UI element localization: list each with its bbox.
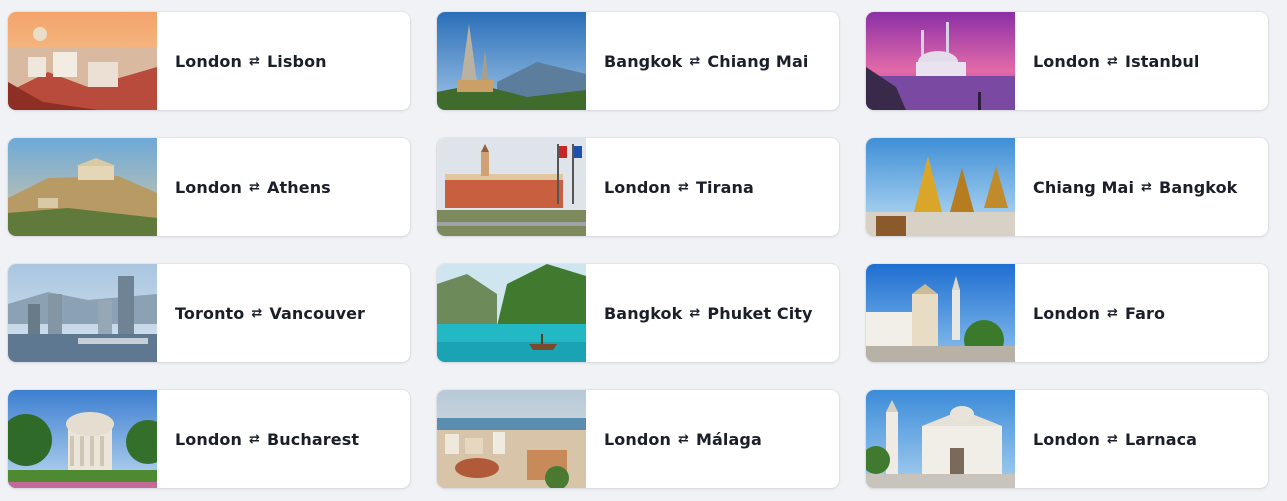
route-label: London ⇄ Larnaca bbox=[1033, 430, 1197, 449]
origin-city: Chiang Mai bbox=[1033, 177, 1135, 197]
swap-arrows-icon: ⇄ bbox=[249, 53, 261, 69]
destination-city: Lisbon bbox=[267, 51, 327, 71]
destination-photo-tirana bbox=[437, 138, 586, 236]
route-card-chiang-mai-bangkok[interactable]: Chiang Mai ⇄ Bangkok bbox=[866, 138, 1268, 236]
route-card-london-larnaca[interactable]: London ⇄ Larnaca bbox=[866, 390, 1268, 488]
route-label: London ⇄ Faro bbox=[1033, 304, 1165, 323]
route-label: Bangkok ⇄ Chiang Mai bbox=[604, 52, 808, 71]
origin-city: London bbox=[175, 429, 243, 449]
destination-city: Bucharest bbox=[267, 429, 360, 449]
destination-city: Bangkok bbox=[1159, 177, 1238, 197]
route-label: London ⇄ Lisbon bbox=[175, 52, 327, 71]
route-label: Bangkok ⇄ Phuket City bbox=[604, 304, 813, 323]
swap-arrows-icon: ⇄ bbox=[689, 305, 701, 321]
swap-arrows-icon: ⇄ bbox=[249, 179, 261, 195]
route-card-bangkok-chiang-mai[interactable]: Bangkok ⇄ Chiang Mai bbox=[437, 12, 839, 110]
origin-city: London bbox=[604, 177, 672, 197]
route-label: London ⇄ Málaga bbox=[604, 430, 762, 449]
destination-photo-istanbul bbox=[866, 12, 1015, 110]
route-card-london-lisbon[interactable]: London ⇄ Lisbon bbox=[8, 12, 410, 110]
route-card-london-tirana[interactable]: London ⇄ Tirana bbox=[437, 138, 839, 236]
route-card-london-bucharest[interactable]: London ⇄ Bucharest bbox=[8, 390, 410, 488]
origin-city: Toronto bbox=[175, 303, 245, 323]
route-label: London ⇄ Tirana bbox=[604, 178, 754, 197]
origin-city: Bangkok bbox=[604, 303, 683, 323]
destination-photo-chiang-mai bbox=[437, 12, 586, 110]
destination-city: Phuket City bbox=[707, 303, 813, 323]
swap-arrows-icon: ⇄ bbox=[1141, 179, 1153, 195]
route-label: Toronto ⇄ Vancouver bbox=[175, 304, 365, 323]
destination-photo-lisbon bbox=[8, 12, 157, 110]
origin-city: London bbox=[1033, 51, 1101, 71]
destination-city: Tirana bbox=[696, 177, 754, 197]
swap-arrows-icon: ⇄ bbox=[1107, 305, 1119, 321]
destination-city: Faro bbox=[1125, 303, 1166, 323]
swap-arrows-icon: ⇄ bbox=[251, 305, 263, 321]
route-card-toronto-vancouver[interactable]: Toronto ⇄ Vancouver bbox=[8, 264, 410, 362]
swap-arrows-icon: ⇄ bbox=[249, 431, 261, 447]
route-card-bangkok-phuket-city[interactable]: Bangkok ⇄ Phuket City bbox=[437, 264, 839, 362]
route-label: London ⇄ Athens bbox=[175, 178, 331, 197]
route-label: Chiang Mai ⇄ Bangkok bbox=[1033, 178, 1237, 197]
destination-photo-phuket bbox=[437, 264, 586, 362]
destination-photo-larnaca bbox=[866, 390, 1015, 488]
route-label: London ⇄ Istanbul bbox=[1033, 52, 1199, 71]
origin-city: Bangkok bbox=[604, 51, 683, 71]
swap-arrows-icon: ⇄ bbox=[689, 53, 701, 69]
route-card-london-athens[interactable]: London ⇄ Athens bbox=[8, 138, 410, 236]
destination-city: Athens bbox=[267, 177, 331, 197]
destination-city: Málaga bbox=[696, 429, 762, 449]
destination-city: Larnaca bbox=[1125, 429, 1198, 449]
origin-city: London bbox=[1033, 429, 1101, 449]
swap-arrows-icon: ⇄ bbox=[678, 431, 690, 447]
origin-city: London bbox=[604, 429, 672, 449]
route-card-grid: London ⇄ Lisbon Bangkok ⇄ Chiang Mai Lon… bbox=[0, 0, 1287, 501]
swap-arrows-icon: ⇄ bbox=[678, 179, 690, 195]
destination-photo-athens bbox=[8, 138, 157, 236]
destination-city: Chiang Mai bbox=[707, 51, 809, 71]
route-card-london-malaga[interactable]: London ⇄ Málaga bbox=[437, 390, 839, 488]
origin-city: London bbox=[175, 177, 243, 197]
destination-photo-faro bbox=[866, 264, 1015, 362]
destination-city: Istanbul bbox=[1125, 51, 1200, 71]
origin-city: London bbox=[175, 51, 243, 71]
swap-arrows-icon: ⇄ bbox=[1107, 53, 1119, 69]
route-card-london-istanbul[interactable]: London ⇄ Istanbul bbox=[866, 12, 1268, 110]
destination-photo-bangkok bbox=[866, 138, 1015, 236]
destination-photo-bucharest bbox=[8, 390, 157, 488]
destination-photo-vancouver bbox=[8, 264, 157, 362]
origin-city: London bbox=[1033, 303, 1101, 323]
destination-photo-malaga bbox=[437, 390, 586, 488]
destination-city: Vancouver bbox=[269, 303, 366, 323]
route-card-london-faro[interactable]: London ⇄ Faro bbox=[866, 264, 1268, 362]
route-label: London ⇄ Bucharest bbox=[175, 430, 359, 449]
swap-arrows-icon: ⇄ bbox=[1107, 431, 1119, 447]
